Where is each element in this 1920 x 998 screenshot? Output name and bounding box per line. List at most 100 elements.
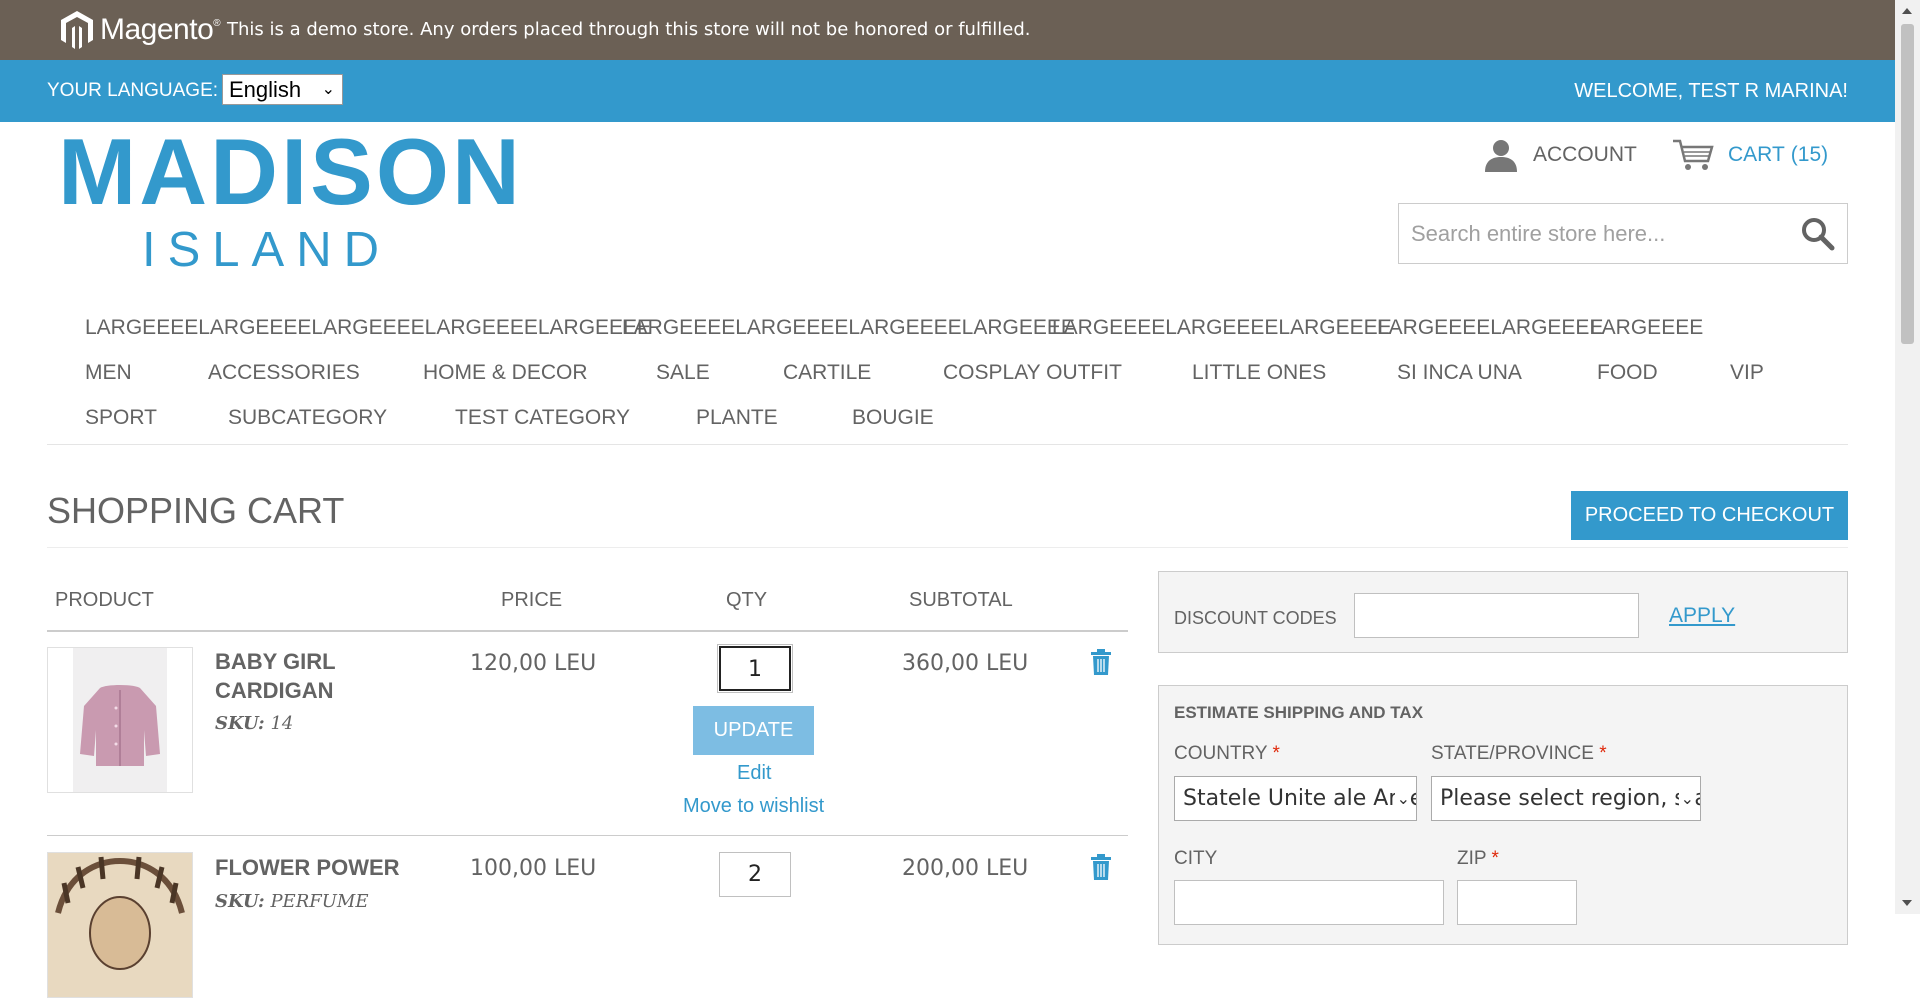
language-select[interactable]: English ⌄ [222,74,343,105]
remove-item-button[interactable] [1090,648,1112,681]
account-label: ACCOUNT [1533,143,1637,166]
page-scrollbar[interactable] [1895,0,1920,914]
country-select[interactable]: Statele Unite ale Americii ⌄ [1174,776,1417,821]
language-selected-value: English [229,77,302,102]
demo-notice-bar: Magento ® This is a demo store. Any order… [0,0,1920,60]
apply-discount-link[interactable]: APPLY [1669,604,1735,628]
demo-notice-text: This is a demo store. Any orders placed … [227,19,1031,40]
edit-link[interactable]: Edit [737,762,771,785]
column-header-subtotal: SUBTOTAL [909,589,1013,611]
product-price: 100,00 LEU [470,856,597,881]
nav-item-test-category[interactable]: TEST CATEGORY [455,406,630,430]
cardigan-image [73,648,167,792]
flower-power-image [48,853,192,997]
state-label-text: STATE/PROVINCE [1431,743,1594,764]
nav-item-food[interactable]: FOOD [1597,361,1658,385]
page-title: SHOPPING CART [47,490,345,531]
sku-label: SKU: [215,891,265,912]
quantity-input[interactable]: 1 [717,644,793,693]
nav-item-cartile[interactable]: CARTILE [783,361,871,385]
scroll-down-arrow-icon[interactable] [1902,900,1912,906]
cart-link[interactable]: CART (15) [1672,138,1828,172]
scroll-up-arrow-icon[interactable] [1902,8,1912,14]
product-image[interactable] [47,647,193,793]
search-box: Search entire store here... [1398,203,1848,264]
product-sku: SKU: 14 [215,713,293,734]
language-label: YOUR LANGUAGE: [47,80,219,101]
sku-label: SKU: [215,713,265,734]
discount-code-input[interactable] [1354,593,1639,638]
nav-item-sport[interactable]: SPORT [85,406,157,430]
header-language-bar: YOUR LANGUAGE: English ⌄ WELCOME, TEST R… [0,60,1895,122]
trash-icon [1091,649,1111,675]
cart-count: (15) [1790,143,1829,166]
title-divider [47,547,1848,548]
city-label: CITY [1174,848,1218,869]
account-link[interactable]: ACCOUNT [1483,138,1637,172]
search-icon [1802,218,1835,251]
city-input[interactable] [1174,880,1444,925]
product-image[interactable] [47,852,193,998]
remove-item-button[interactable] [1090,853,1112,886]
magento-logo-icon [61,11,93,49]
nav-item[interactable]: LARGEEEE [1590,316,1703,340]
magento-wordmark: Magento [100,13,214,46]
nav-item-vip[interactable]: VIP [1730,361,1764,385]
nav-item-cosplay-outfit[interactable]: COSPLAY OUTFIT [943,361,1122,385]
chevron-down-icon: ⌄ [1678,777,1694,820]
estimate-shipping-title: ESTIMATE SHIPPING AND TAX [1174,703,1424,722]
nav-item-little-ones[interactable]: LITTLE ONES [1192,361,1326,385]
proceed-to-checkout-button[interactable]: PROCEED TO CHECKOUT [1571,491,1848,540]
cart-icon [1673,139,1714,170]
product-subtotal: 360,00 LEU [902,651,1029,676]
state-select-value: Please select region, state or province [1440,786,1700,811]
nav-item-men[interactable]: MEN [85,361,132,385]
product-sku: SKU: PERFUME [215,891,368,912]
estimate-shipping-panel: ESTIMATE SHIPPING AND TAX COUNTRY * Stat… [1158,685,1848,945]
trash-icon [1091,854,1111,880]
country-label: COUNTRY * [1174,743,1280,765]
welcome-message: WELCOME, TEST R MARINA! [1574,80,1848,102]
logo-sub-text: ISLAND [142,223,392,277]
nav-item-subcategory[interactable]: SUBCATEGORY [228,406,387,430]
state-select[interactable]: Please select region, state or province … [1431,776,1701,821]
user-icon [1485,140,1517,172]
nav-item[interactable]: LARGEEEELARGEEEELARGEEEELARGEEEELARGEEEE [85,316,651,340]
nav-item-si-inca-una[interactable]: SI INCA UNA [1397,361,1522,385]
country-select-value: Statele Unite ale Americii [1183,786,1416,811]
logo-main-text: MADISON [58,119,523,224]
nav-item[interactable]: LARGEEEELARGEEEELARGEEEELARGEEEE [622,316,1075,340]
product-subtotal: 200,00 LEU [902,856,1029,881]
zip-input[interactable] [1457,880,1577,925]
nav-item[interactable]: LARGEEEELARGEEEELARGEEEE [1052,316,1392,340]
update-button[interactable]: UPDATE [693,706,814,755]
required-mark: * [1599,743,1607,764]
nav-item[interactable]: LARGEEEELARGEEEE [1377,316,1603,340]
country-label-text: COUNTRY [1174,743,1268,764]
product-name[interactable]: BABY GIRL CARDIGAN [215,647,385,705]
search-button[interactable] [1801,217,1835,256]
column-header-product: PRODUCT [55,589,154,611]
quantity-input[interactable]: 2 [719,852,791,897]
product-name[interactable]: FLOWER POWER [215,853,435,882]
nav-item-bougie[interactable]: BOUGIE [852,406,934,430]
required-mark: * [1491,848,1499,869]
nav-item-home-decor[interactable]: HOME & DECOR [423,361,588,385]
product-price: 120,00 LEU [470,651,597,676]
nav-item-sale[interactable]: SALE [656,361,710,385]
magento-logo: Magento ® [60,6,221,54]
chevron-down-icon: ⌄ [321,81,335,98]
nav-item-plante[interactable]: PLANTE [696,406,778,430]
search-input[interactable]: Search entire store here... [1411,221,1665,247]
chevron-down-icon: ⌄ [1394,777,1410,820]
table-header-divider [47,630,1128,632]
sku-value: 14 [270,713,294,734]
nav-divider [47,444,1848,445]
cart-label: CART [1728,143,1785,166]
discount-codes-label: DISCOUNT CODES [1174,608,1337,628]
move-to-wishlist-link[interactable]: Move to wishlist [683,795,824,818]
scrollbar-thumb[interactable] [1901,24,1914,344]
discount-codes-panel: DISCOUNT CODES APPLY [1158,571,1848,653]
nav-item-accessories[interactable]: ACCESSORIES [208,361,360,385]
required-mark: * [1272,743,1280,764]
